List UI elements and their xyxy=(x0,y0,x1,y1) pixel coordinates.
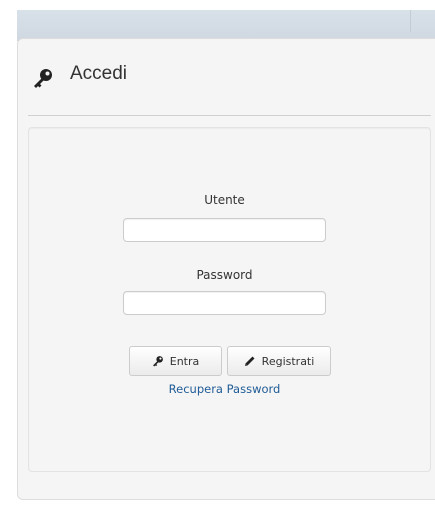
top-navbar xyxy=(17,10,435,41)
register-button-label: Registrati xyxy=(261,354,315,368)
login-button-label: Entra xyxy=(169,354,200,368)
login-panel: Accedi Utente Password Entra Registrati … xyxy=(17,38,435,500)
pencil-icon xyxy=(244,355,256,367)
panel-header: Accedi xyxy=(18,39,435,115)
register-button[interactable]: Registrati xyxy=(227,346,331,376)
navbar-divider xyxy=(410,10,411,32)
password-label: Password xyxy=(196,268,253,282)
recover-password-link[interactable]: Recupera Password xyxy=(29,382,420,396)
header-divider xyxy=(28,115,431,116)
login-button[interactable]: Entra xyxy=(129,346,222,376)
username-label: Utente xyxy=(204,193,245,207)
key-icon xyxy=(152,355,164,367)
key-icon xyxy=(32,67,54,89)
username-input[interactable] xyxy=(123,218,326,242)
login-form: Utente Password Entra Registrati Recuper… xyxy=(28,127,431,472)
password-input[interactable] xyxy=(123,291,326,315)
page-title: Accedi xyxy=(70,63,128,84)
